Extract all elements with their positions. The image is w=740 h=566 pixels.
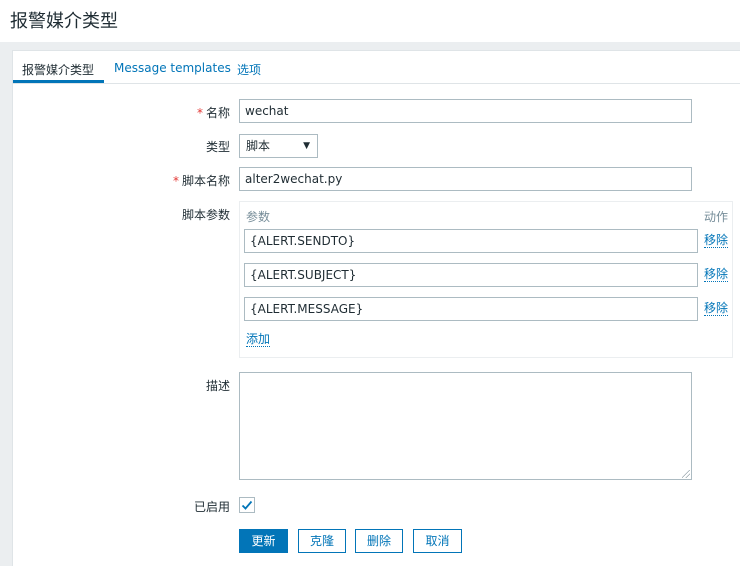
type-select[interactable]: 脚本 ▼ bbox=[239, 134, 318, 158]
param-input[interactable]: {ALERT.SENDTO} bbox=[244, 229, 698, 253]
active-tab-indicator bbox=[13, 80, 104, 83]
name-label: * 名称 bbox=[197, 104, 230, 121]
script-name-label-text: 脚本名称 bbox=[181, 174, 230, 188]
type-select-value: 脚本 bbox=[246, 139, 271, 153]
name-input[interactable]: wechat bbox=[239, 99, 692, 123]
check-icon bbox=[241, 500, 253, 510]
script-params-label: 脚本参数 bbox=[181, 208, 230, 222]
page-title: 报警媒介类型 bbox=[10, 11, 118, 32]
required-marker: * bbox=[172, 174, 179, 188]
name-label-text: 名称 bbox=[205, 106, 230, 120]
param-remove-link[interactable]: 移除 bbox=[704, 233, 729, 248]
description-label: 描述 bbox=[205, 379, 230, 393]
delete-button[interactable]: 删除 bbox=[355, 529, 403, 553]
script-params-table: 参数 动作 {ALERT.SENDTO} 移除 {ALERT.SUBJECT} … bbox=[239, 201, 733, 358]
script-name-label: * 脚本名称 bbox=[173, 172, 230, 189]
clone-button[interactable]: 克隆 bbox=[298, 529, 346, 553]
chevron-down-icon: ▼ bbox=[303, 141, 310, 151]
enabled-label: 已启用 bbox=[193, 500, 230, 514]
action-column-header: 动作 bbox=[703, 210, 728, 224]
resize-handle-icon[interactable] bbox=[682, 470, 690, 478]
enabled-checkbox[interactable] bbox=[239, 497, 255, 513]
tab-bar: 报警媒介类型 Message templates 选项 bbox=[13, 51, 740, 84]
param-input[interactable]: {ALERT.SUBJECT} bbox=[244, 263, 698, 287]
page-header: 报警媒介类型 bbox=[0, 0, 740, 42]
param-add-link[interactable]: 添加 bbox=[246, 332, 271, 347]
required-marker: * bbox=[196, 106, 203, 120]
tab-message-templates[interactable]: Message templates bbox=[114, 61, 231, 75]
tab-media-type[interactable]: 报警媒介类型 bbox=[22, 61, 94, 78]
description-textarea[interactable] bbox=[239, 372, 692, 480]
form-panel: 报警媒介类型 Message templates 选项 * 名称 wechat 类… bbox=[12, 50, 740, 566]
param-remove-link[interactable]: 移除 bbox=[704, 267, 729, 282]
script-name-input[interactable]: alter2wechat.py bbox=[239, 167, 692, 191]
type-label: 类型 bbox=[205, 140, 230, 154]
update-button[interactable]: 更新 bbox=[239, 529, 288, 553]
param-input[interactable]: {ALERT.MESSAGE} bbox=[244, 297, 698, 321]
param-remove-link[interactable]: 移除 bbox=[704, 301, 729, 316]
cancel-button[interactable]: 取消 bbox=[413, 529, 462, 553]
params-column-header: 参数 bbox=[246, 210, 271, 224]
tab-options[interactable]: 选项 bbox=[237, 61, 261, 78]
